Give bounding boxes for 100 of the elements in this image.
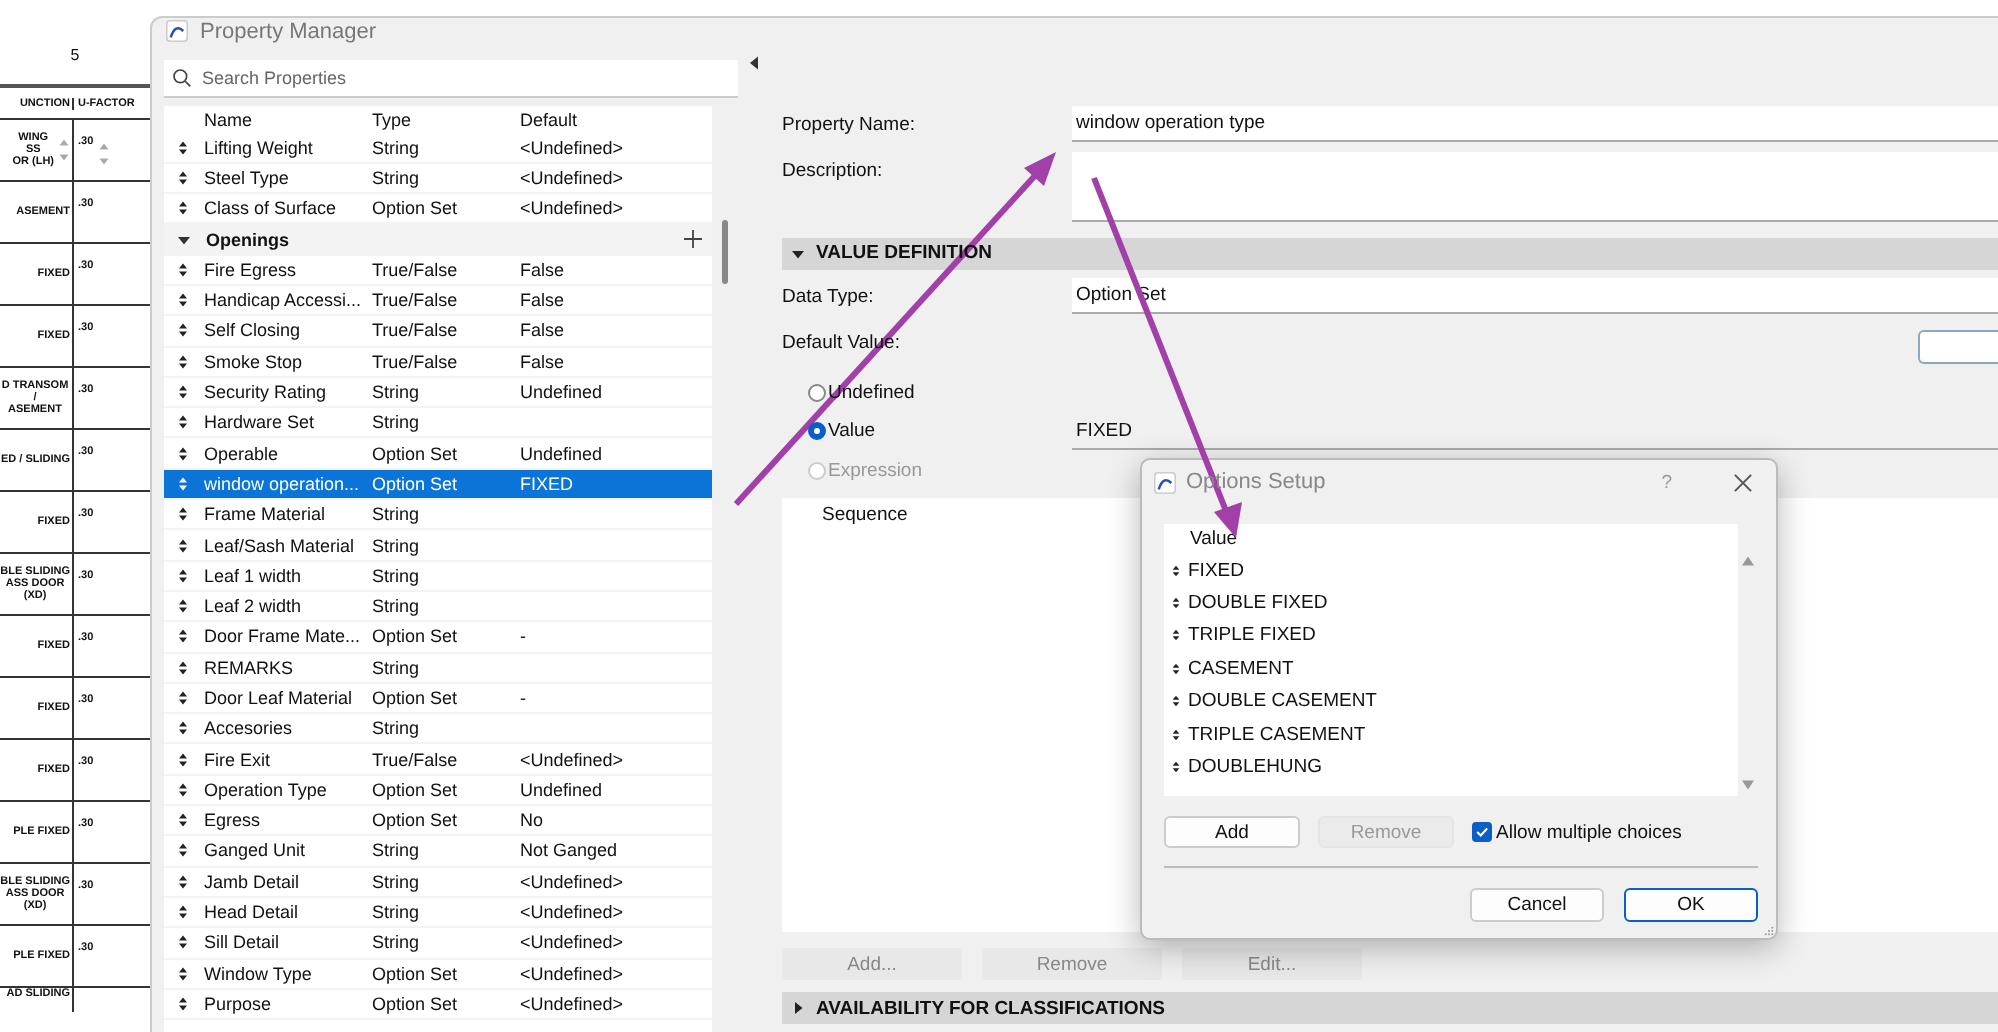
search-field[interactable]: Search Properties <box>164 59 738 97</box>
property-name: Security Rating <box>204 382 329 403</box>
property-default: <Undefined> <box>520 963 624 984</box>
property-type: Option Set <box>372 810 460 831</box>
option-row[interactable]: TRIPLE CASEMENT <box>1164 717 1738 751</box>
property-row[interactable]: Window Type Option Set <Undefined> <box>164 959 712 990</box>
drag-handle-icon <box>178 751 188 768</box>
option-row[interactable]: DOUBLE CASEMENT <box>1164 685 1738 718</box>
property-default: <Undefined> <box>520 902 624 923</box>
property-row[interactable]: Door Frame Mate... Option Set - <box>164 622 712 654</box>
drag-handle-icon <box>178 904 188 921</box>
property-row[interactable]: Purpose Option Set <Undefined> <box>164 989 712 1021</box>
property-name: Door Leaf Material <box>204 687 355 708</box>
option-row[interactable]: DOUBLE FIXED <box>1164 586 1738 620</box>
property-row[interactable]: Fire Exit True/False <Undefined> <box>164 744 712 776</box>
property-default: <Undefined> <box>520 932 624 953</box>
property-type: True/False <box>372 290 460 311</box>
plus-icon[interactable] <box>684 230 702 249</box>
drag-handle-icon <box>178 628 188 645</box>
property-row[interactable]: Sill Detail String <Undefined> <box>164 928 712 960</box>
drag-handle-icon <box>178 537 188 553</box>
section-title: AVAILABILITY FOR CLASSIFICATIONS <box>816 997 1166 1019</box>
property-row[interactable]: Egress Option Set No <box>164 806 712 837</box>
property-name: Class of Surface <box>204 198 339 219</box>
property-row[interactable]: REMARKS String <box>164 653 712 684</box>
drag-handle-icon <box>178 720 188 737</box>
property-row[interactable]: Lifting Weight String <Undefined> <box>164 133 712 164</box>
property-name: Leaf 1 width <box>204 565 304 586</box>
scroll-down-icon[interactable] <box>1742 780 1754 790</box>
property-type: String <box>372 657 422 678</box>
drag-handle-icon <box>178 353 188 370</box>
property-row[interactable]: Hardware Set String <box>164 408 712 439</box>
dialog-button[interactable]: Cancel <box>1470 888 1604 922</box>
drag-handle-icon <box>178 934 188 951</box>
property-row[interactable]: Head Detail String <Undefined> <box>164 897 712 929</box>
collapse-arrow-icon[interactable] <box>749 55 757 69</box>
option-row[interactable]: DOUBLEHUNG <box>1164 750 1738 784</box>
dialog-button[interactable]: OK <box>1624 888 1758 922</box>
property-row[interactable]: Fire Egress True/False False <box>164 255 712 286</box>
property-name-field[interactable]: window operation type <box>1072 105 1998 141</box>
property-name: Egress <box>204 810 263 831</box>
property-row[interactable]: window operation... Option Set FIXED <box>164 469 712 501</box>
scroll-up-icon[interactable] <box>1742 556 1754 566</box>
ruler-number: 5 <box>70 46 80 64</box>
checkmark-icon <box>1474 824 1490 840</box>
drag-handle-icon <box>178 995 188 1012</box>
close-icon[interactable] <box>1734 473 1752 491</box>
property-name: Smoke Stop <box>204 351 305 372</box>
property-row[interactable]: Self Closing True/False False <box>164 316 712 348</box>
property-row[interactable]: Security Rating String Undefined <box>164 377 712 409</box>
search-input[interactable]: Search Properties <box>202 67 738 87</box>
drag-handle-icon <box>178 445 188 462</box>
property-row[interactable]: Leaf 2 width String <box>164 591 712 623</box>
drag-handle-icon <box>178 139 188 156</box>
drag-handle-icon <box>1172 727 1180 742</box>
property-default: <Undefined> <box>520 993 624 1014</box>
option-row[interactable]: FIXED <box>1164 554 1738 587</box>
expand-triangle-icon <box>792 247 804 259</box>
property-type: String <box>372 504 422 525</box>
property-type: String <box>372 412 422 433</box>
radio-button[interactable]: Value <box>782 420 1072 443</box>
property-default: <Undefined> <box>520 167 624 188</box>
column-header: Name <box>204 109 255 129</box>
option-row[interactable]: CASEMENT <box>1164 652 1738 686</box>
section-header[interactable]: AVAILABILITY FOR CLASSIFICATIONS <box>782 992 1998 1024</box>
property-default: Not Ganged <box>520 840 618 861</box>
property-name: Ganged Unit <box>204 840 308 861</box>
dialog-button[interactable]: Add <box>1164 816 1300 848</box>
property-row[interactable]: Ganged Unit String Not Ganged <box>164 836 712 868</box>
property-row[interactable]: Steel Type String <Undefined> <box>164 163 712 195</box>
property-default: <Undefined> <box>520 749 624 770</box>
property-name: Handicap Accessi... <box>204 290 364 311</box>
edit-button[interactable] <box>1918 329 1998 363</box>
property-row[interactable]: Accesories String <box>164 714 712 745</box>
property-name: Leaf 2 width <box>204 596 304 617</box>
scrollbar-thumb[interactable] <box>722 219 728 283</box>
property-type: Option Set <box>372 626 460 647</box>
checkbox[interactable]: Allow multiple choices <box>1472 821 1682 843</box>
property-name: Accesories <box>204 718 295 739</box>
property-default: <Undefined> <box>520 198 624 219</box>
property-default: <Undefined> <box>520 871 624 892</box>
field-label: Data Type: <box>782 283 876 307</box>
option-row[interactable]: TRIPLE FIXED <box>1164 619 1738 653</box>
property-row[interactable]: Frame Material String <box>164 500 712 531</box>
property-row[interactable]: Handicap Accessi... True/False False <box>164 285 712 317</box>
group-row[interactable]: Openings <box>164 224 712 256</box>
property-row[interactable]: Leaf/Sash Material String <box>164 530 712 562</box>
property-name: Fire Exit <box>204 749 273 770</box>
property-row[interactable]: Smoke Stop True/False False <box>164 347 712 378</box>
property-row[interactable]: Operation Type Option Set Undefined <box>164 775 712 807</box>
property-row[interactable]: Jamb Detail String <Undefined> <box>164 867 712 898</box>
drag-handle-icon <box>178 506 188 523</box>
drag-handle-icon <box>178 200 188 217</box>
description-field[interactable] <box>1072 151 1998 221</box>
property-row[interactable]: Door Leaf Material Option Set - <box>164 683 712 715</box>
property-name: Window Type <box>204 963 314 984</box>
drag-handle-icon <box>1172 628 1180 643</box>
value-field[interactable]: FIXED <box>1072 413 1998 450</box>
property-row[interactable]: Leaf 1 width String <box>164 561 712 592</box>
property-name: Steel Type <box>204 167 291 188</box>
